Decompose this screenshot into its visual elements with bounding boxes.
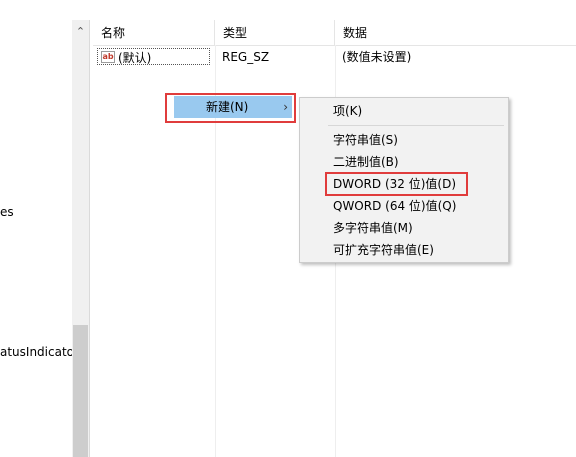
menu-separator xyxy=(328,125,504,126)
row-focus-outline: ab (默认) xyxy=(97,48,210,65)
ab-icon: ab xyxy=(101,51,115,63)
submenu-item-qword[interactable]: QWORD (64 位)值(Q) xyxy=(333,196,456,216)
column-header-name[interactable]: 名称 xyxy=(93,20,215,45)
tree-item[interactable]: atusIndicator xyxy=(0,345,72,359)
scrollbar-thumb[interactable] xyxy=(73,325,88,457)
table-row[interactable]: ab (默认) REG_SZ (数值未设置) xyxy=(97,48,576,66)
registry-tree-pane[interactable]: es atusIndicator xyxy=(0,20,72,457)
tree-item[interactable]: es xyxy=(0,205,14,219)
chevron-up-icon[interactable]: ⌃ xyxy=(72,24,89,40)
submenu-item-string[interactable]: 字符串值(S) xyxy=(333,130,398,150)
column-header-type[interactable]: 类型 xyxy=(215,20,335,45)
submenu-item-key[interactable]: 项(K) xyxy=(333,101,362,121)
highlight-box xyxy=(325,172,468,196)
submenu-item-binary[interactable]: 二进制值(B) xyxy=(333,152,399,172)
column-header-bar: 名称 类型 数据 xyxy=(93,20,576,46)
highlight-box xyxy=(165,93,296,123)
value-name: (默认) xyxy=(118,51,152,65)
tree-scrollbar[interactable]: ⌃ xyxy=(72,20,89,457)
value-type: REG_SZ xyxy=(222,50,270,64)
submenu-item-multi-string[interactable]: 多字符串值(M) xyxy=(333,218,413,238)
value-data: (数值未设置) xyxy=(342,50,412,64)
submenu-item-expandable-string[interactable]: 可扩充字符串值(E) xyxy=(333,240,434,260)
column-header-data[interactable]: 数据 xyxy=(335,20,576,45)
